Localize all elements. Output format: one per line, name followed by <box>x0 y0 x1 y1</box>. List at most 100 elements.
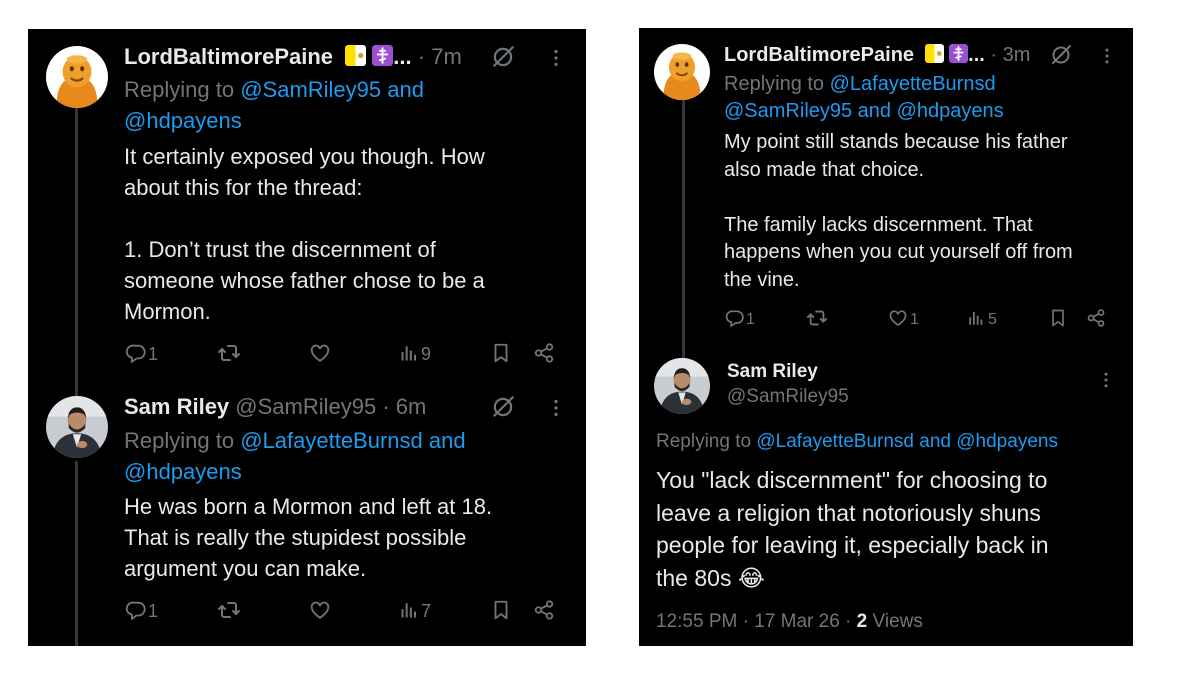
views-count: 7 <box>421 601 432 621</box>
replying-label: Replying to <box>656 431 752 452</box>
share-icon[interactable] <box>533 342 555 364</box>
body-line: also made that choice. <box>724 158 925 181</box>
body-line: It certainly exposed you though. How <box>124 144 485 169</box>
like-icon[interactable] <box>309 599 331 621</box>
body-line <box>124 203 485 234</box>
views-icon[interactable] <box>967 309 985 327</box>
more-icon[interactable] <box>1096 370 1116 390</box>
reply-count: 1 <box>148 344 159 364</box>
like-icon[interactable] <box>309 342 331 364</box>
reply-mentions[interactable]: @LafayetteBurnsd <box>830 73 996 95</box>
retweet-icon[interactable] <box>806 307 828 329</box>
body-line: someone whose father chose to be a <box>124 268 485 293</box>
display-name[interactable]: LordBaltimorePaine <box>724 44 914 66</box>
body-line: the vine. <box>724 268 800 291</box>
body-line: The family lacks discernment. That <box>724 213 1033 236</box>
like-icon[interactable] <box>888 308 908 328</box>
tweet-body: You "lack discernment" for choosing to l… <box>656 464 1049 594</box>
thread-line <box>682 100 685 358</box>
body-line-text: the 80s <box>656 564 732 591</box>
name-ellipsis: ... <box>393 44 412 69</box>
body-line: happens when you cut yourself off from <box>724 241 1073 263</box>
reply-mention[interactable]: @hdpayens <box>124 105 242 136</box>
body-line <box>724 184 1073 212</box>
share-icon[interactable] <box>1086 308 1106 328</box>
replying-to: Replying to @SamRiley95 and <box>124 74 424 105</box>
reply-mentions[interactable]: @LafayetteBurnsd and @hdpayens <box>756 431 1058 452</box>
avatar-lordbaltimorepaine[interactable] <box>46 46 108 108</box>
body-line: the 80s 😂 <box>656 562 1049 595</box>
reply-icon[interactable] <box>725 308 745 328</box>
views-total: 2 <box>856 611 868 632</box>
name-ellipsis: ... <box>968 44 985 66</box>
display-name[interactable]: Sam Riley <box>727 361 818 383</box>
reply-mention[interactable]: @SamRiley95 and @hdpayens <box>724 98 1004 125</box>
tweet-body: It certainly exposed you though. How abo… <box>124 141 485 327</box>
replying-label: Replying to <box>124 77 235 102</box>
display-name[interactable]: Sam Riley <box>124 394 229 419</box>
thread-line <box>75 461 78 646</box>
body-line: You "lack discernment" for choosing to <box>656 467 1048 493</box>
replying-to: Replying to @LafayetteBurnsd and @hdpaye… <box>656 428 1058 455</box>
thread-line <box>75 107 78 407</box>
grok-icon[interactable] <box>490 394 516 420</box>
body-line: He was born a Mormon and left at 18. <box>124 494 493 519</box>
more-icon[interactable] <box>545 47 567 69</box>
body-line: Mormon. <box>124 299 211 324</box>
body-line: That is really the stupidest possible <box>124 525 467 550</box>
body-line: people for leaving it, especially back i… <box>656 532 1049 558</box>
more-icon[interactable] <box>545 397 567 419</box>
avatar-lordbaltimorepaine[interactable] <box>654 44 710 100</box>
tweet-time[interactable]: · 3m <box>990 44 1030 66</box>
reply-icon[interactable] <box>125 342 147 364</box>
body-line: 1. Don’t trust the discernment of <box>124 237 436 262</box>
views-icon[interactable] <box>399 343 419 363</box>
bookmark-icon[interactable] <box>490 342 512 364</box>
orthodox-cross-icon <box>372 45 393 66</box>
laughing-emoji: 😂 <box>737 564 765 591</box>
retweet-icon[interactable] <box>217 598 241 622</box>
like-count: 1 <box>910 311 919 328</box>
reply-mentions[interactable]: @LafayetteBurnsd and <box>240 428 465 453</box>
orthodox-cross-icon <box>949 44 968 63</box>
replying-label: Replying to <box>724 73 825 95</box>
papal-flag-icon <box>345 45 366 66</box>
bookmark-icon[interactable] <box>490 599 512 621</box>
grok-icon[interactable] <box>490 44 516 70</box>
reply-icon[interactable] <box>125 599 147 621</box>
views-count: 9 <box>421 344 432 364</box>
views-label: Views <box>872 611 923 632</box>
tweet-body: My point still stands because his father… <box>724 129 1073 294</box>
handle[interactable]: @SamRiley95 <box>727 386 849 408</box>
tweet-header: LordBaltimorePaine ... · 3m <box>724 44 1030 67</box>
retweet-icon[interactable] <box>217 341 241 365</box>
grok-icon[interactable] <box>1049 43 1073 67</box>
left-screenshot-panel: LordBaltimorePaine ... · 7m Replying to … <box>28 29 586 646</box>
avatar-sam-riley[interactable] <box>46 396 108 458</box>
replying-to: Replying to @LafayetteBurnsd <box>724 71 996 98</box>
tweet-body: He was born a Mormon and left at 18. Tha… <box>124 491 492 584</box>
replying-label: Replying to <box>124 428 235 453</box>
reply-mention[interactable]: @hdpayens <box>124 456 242 487</box>
right-screenshot-panel: LordBaltimorePaine ... · 3m Replying to … <box>639 28 1133 646</box>
views-count: 5 <box>988 311 997 328</box>
tweet-meta: 12:55 PM · 17 Mar 26 · 2 Views <box>656 611 923 633</box>
avatar-sam-riley[interactable] <box>654 358 710 414</box>
timestamp[interactable]: 12:55 PM · 17 Mar 26 · <box>656 611 851 632</box>
body-line: leave a religion that notoriously shuns <box>656 499 1041 526</box>
share-icon[interactable] <box>533 599 555 621</box>
reply-count: 1 <box>148 601 159 621</box>
views-icon[interactable] <box>399 600 419 620</box>
reply-count: 1 <box>746 311 755 328</box>
reply-mentions[interactable]: @SamRiley95 and <box>240 77 424 102</box>
display-name[interactable]: LordBaltimorePaine <box>124 44 333 69</box>
papal-flag-icon <box>925 44 944 63</box>
tweet-time[interactable]: · 7m <box>418 44 462 69</box>
body-line: about this for the thread: <box>124 175 363 200</box>
handle-and-time[interactable]: @SamRiley95 · 6m <box>235 394 426 419</box>
body-line: argument you can make. <box>124 556 367 581</box>
more-icon[interactable] <box>1097 46 1117 66</box>
bookmark-icon[interactable] <box>1048 308 1068 328</box>
tweet-header: Sam Riley @SamRiley95 · 6m <box>124 394 426 420</box>
body-line: My point still stands because his father <box>724 131 1068 153</box>
